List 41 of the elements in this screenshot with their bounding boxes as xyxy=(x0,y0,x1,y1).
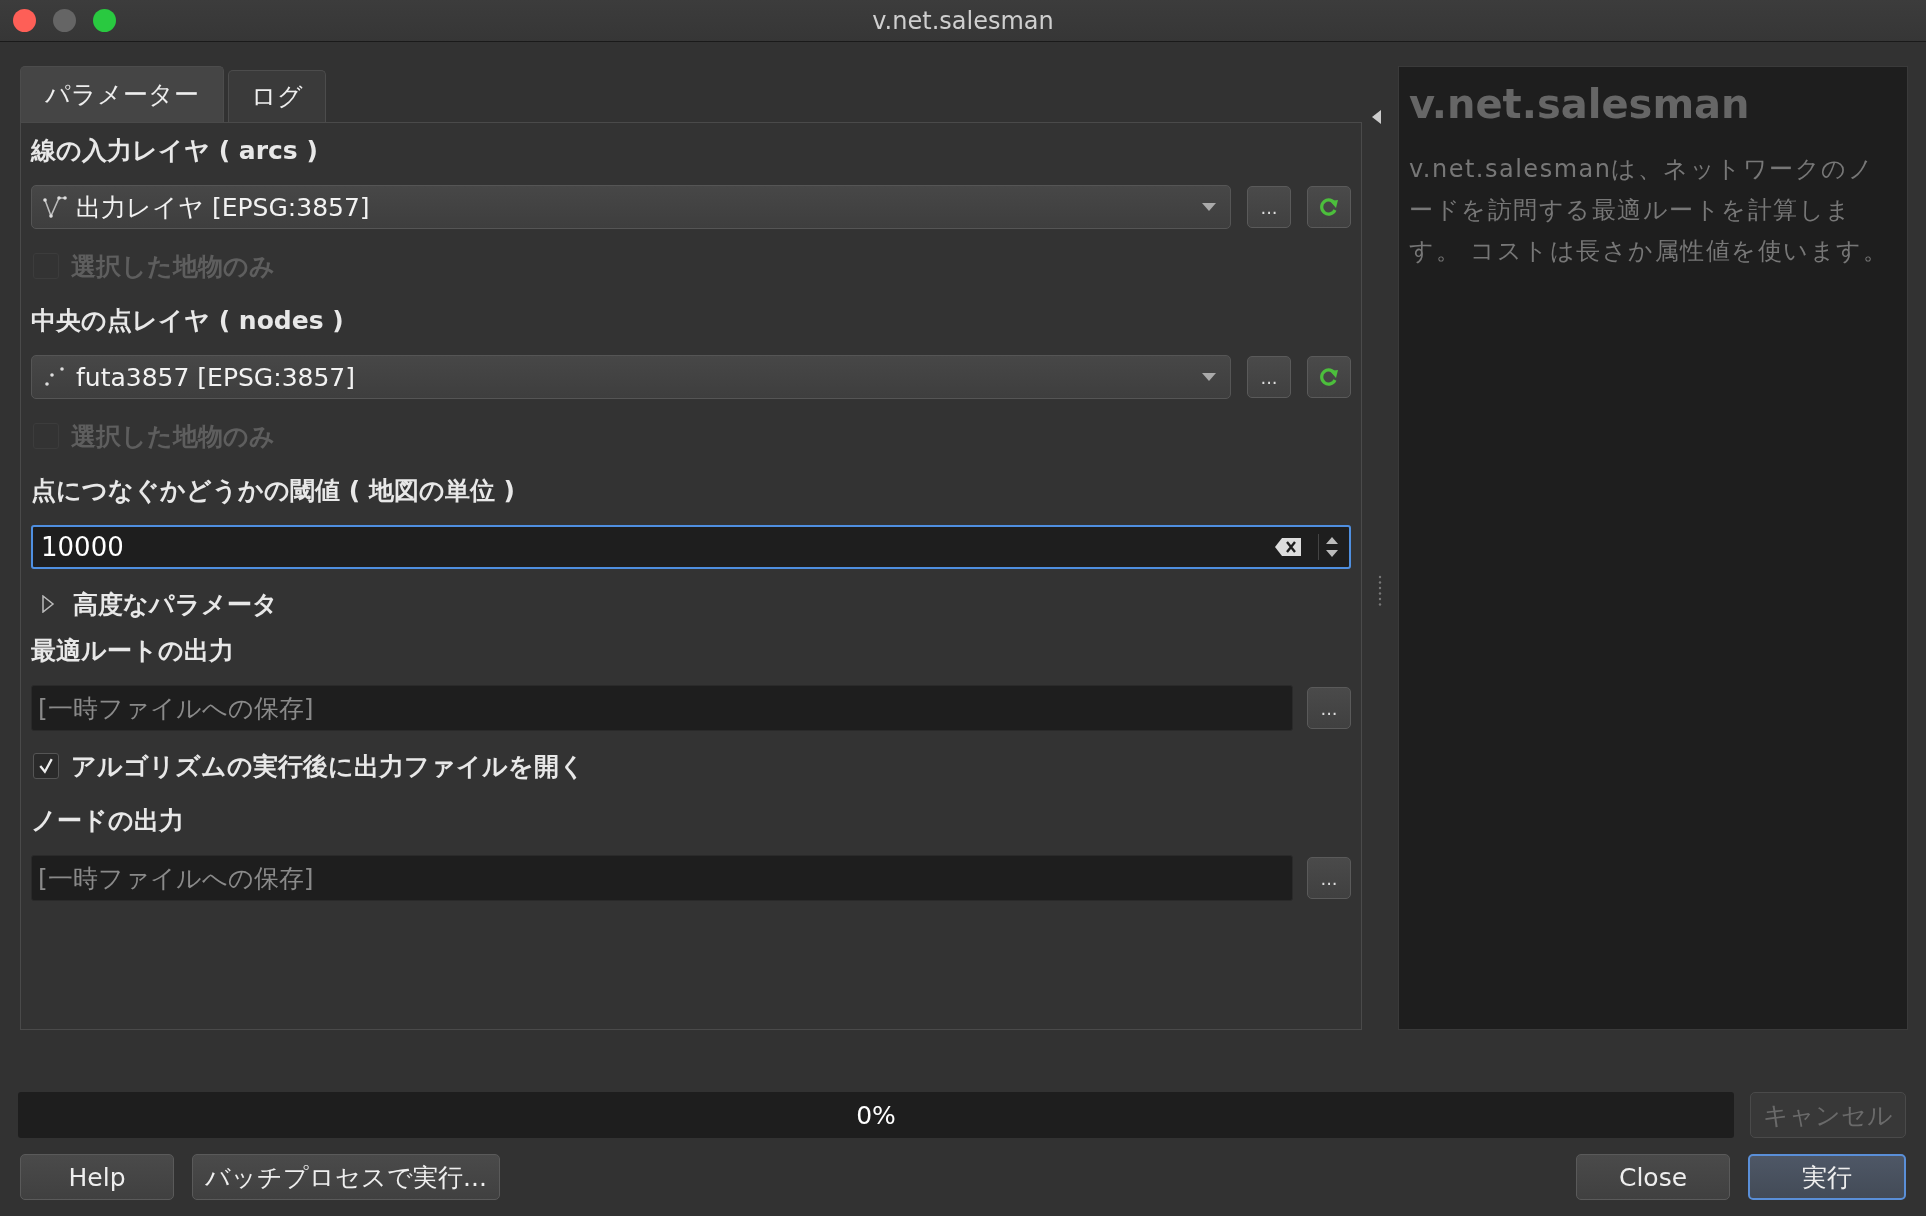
close-window-button[interactable] xyxy=(13,9,36,32)
refresh-icon xyxy=(1317,365,1341,389)
splitter-handle-icon[interactable] xyxy=(1378,574,1382,608)
help-description: v.net.salesmanは、ネットワークのノードを訪問する最適ルートを計算します。 コストは長さか属性値を使います。 xyxy=(1409,154,1890,267)
refresh-button[interactable] xyxy=(1307,356,1351,398)
dialog-button[interactable]: 実行 xyxy=(1748,1154,1906,1200)
help-title: v.net.salesman xyxy=(1409,81,1751,127)
expand-triangle-icon[interactable] xyxy=(41,595,55,613)
parameter-label: 中央の点レイヤ ( nodes ) xyxy=(31,305,345,337)
parameter-label: 線の入力レイヤ ( arcs ) xyxy=(31,135,319,167)
caret-icon xyxy=(1202,373,1216,381)
parameter-label: 最適ルートの出力 xyxy=(31,635,235,667)
check-icon xyxy=(38,758,54,774)
browse-button[interactable]: ... xyxy=(1307,687,1351,729)
browse-button[interactable]: ... xyxy=(1247,356,1291,398)
refresh-button[interactable] xyxy=(1307,186,1351,228)
dialog-button[interactable]: Close xyxy=(1576,1154,1730,1200)
output-file-field[interactable]: [一時ファイルへの保存] xyxy=(31,685,1293,731)
collapse-arrow-icon[interactable] xyxy=(1372,110,1382,124)
browse-button[interactable]: ... xyxy=(1307,857,1351,899)
clear-icon[interactable] xyxy=(1274,537,1302,557)
dialog-button[interactable]: バッチプロセスで実行... xyxy=(192,1154,500,1200)
tab[interactable]: パラメーター xyxy=(20,66,224,122)
group-label[interactable]: 高度なパラメータ xyxy=(73,587,278,621)
dialog-button[interactable]: Help xyxy=(20,1154,174,1200)
parameter-label: ノードの出力 xyxy=(31,805,185,837)
layer-dropdown[interactable]: 出力レイヤ [EPSG:3857] xyxy=(31,185,1231,229)
window-title: v.net.salesman xyxy=(872,6,1054,35)
caret-icon xyxy=(1202,203,1216,211)
browse-button[interactable]: ... xyxy=(1247,186,1291,228)
progress-reading: 0% xyxy=(856,1100,896,1130)
parameter-label: 点につなぐかどうかの閾値 ( 地図の単位 ) xyxy=(31,475,516,507)
checkbox-label: アルゴリズムの実行後に出力ファイルを開く xyxy=(71,750,585,783)
tab[interactable]: ログ xyxy=(228,70,326,122)
zoom-window-button[interactable] xyxy=(93,9,116,32)
number-field[interactable]: 10000 xyxy=(31,525,1351,569)
line-layer-icon xyxy=(42,194,68,220)
layer-dropdown[interactable]: futa3857 [EPSG:3857] xyxy=(31,355,1231,399)
refresh-icon xyxy=(1317,195,1341,219)
checkbox[interactable] xyxy=(33,753,59,779)
output-file-field[interactable]: [一時ファイルへの保存] xyxy=(31,855,1293,901)
